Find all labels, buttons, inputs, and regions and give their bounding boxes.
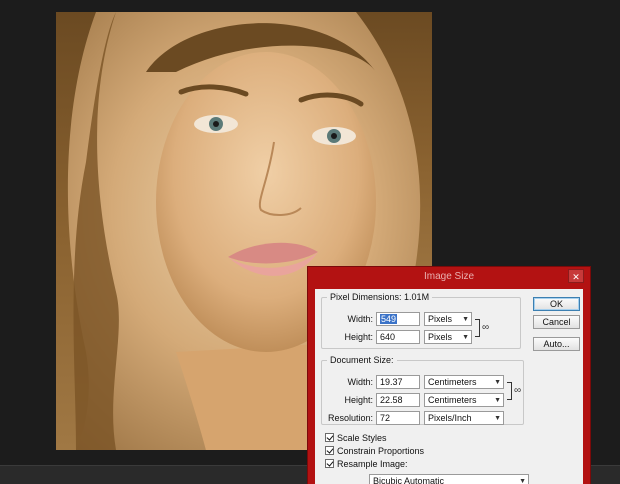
doc-link-bracket [507,382,512,400]
resolution-label: Resolution: [327,413,373,423]
scale-styles-option[interactable]: Scale Styles [325,433,387,443]
doc-width-unit-select[interactable]: Centimeters ▼ [424,375,504,389]
doc-height-field[interactable]: 22.58 [376,393,420,407]
pixel-height-unit-select[interactable]: Pixels ▼ [424,330,472,344]
scale-styles-checkbox[interactable] [325,433,334,442]
pixel-width-field[interactable]: 549 [376,312,420,326]
dialog-title: Image Size [423,271,475,282]
doc-width-label: Width: [347,377,373,387]
doc-height-unit-select[interactable]: Centimeters ▼ [424,393,504,407]
pixel-dimensions-label: Pixel Dimensions: [330,292,402,302]
pixel-height-field[interactable]: 640 [376,330,420,344]
auto-button[interactable]: Auto... [533,337,580,351]
close-icon[interactable]: ✕ [568,269,584,283]
pixel-height-label: Height: [344,332,373,342]
resample-image-checkbox[interactable] [325,459,334,468]
constrain-proportions-option[interactable]: Constrain Proportions [325,446,424,456]
resolution-unit-select[interactable]: Pixels/Inch ▼ [424,411,504,425]
resample-image-option[interactable]: Resample Image: [325,459,408,469]
pixel-link-bracket [475,319,480,337]
chevron-down-icon: ▼ [494,415,501,422]
chain-link-icon: ∞ [514,385,522,396]
document-size-legend: Document Size: [327,355,397,365]
resolution-field[interactable]: 72 [376,411,420,425]
pixel-width-unit-select[interactable]: Pixels ▼ [424,312,472,326]
chevron-down-icon: ▼ [494,397,501,404]
constrain-proportions-checkbox[interactable] [325,446,334,455]
doc-height-label: Height: [344,395,373,405]
chevron-down-icon: ▼ [519,478,526,484]
chain-link-icon: ∞ [482,322,490,333]
image-size-dialog: Image Size ✕ Pixel Dimensions: 1.01M Wid… [307,266,591,484]
ok-button[interactable]: OK [533,297,580,311]
chevron-down-icon: ▼ [462,334,469,341]
pixel-width-label: Width: [347,314,373,324]
cancel-button[interactable]: Cancel [533,315,580,329]
chevron-down-icon: ▼ [494,379,501,386]
doc-width-field[interactable]: 19.37 [376,375,420,389]
resample-method-select[interactable]: Bicubic Automatic ▼ [369,474,529,484]
scale-styles-label: Scale Styles [337,433,387,443]
constrain-proportions-label: Constrain Proportions [337,446,425,456]
chevron-down-icon: ▼ [462,316,469,323]
dialog-body: Pixel Dimensions: 1.01M Width: 549 Pixel… [315,289,583,484]
pixel-dimensions-legend: Pixel Dimensions: 1.01M [327,292,433,302]
pixel-dimensions-size: 1.01M [404,292,430,302]
resample-image-label: Resample Image: [337,459,408,469]
